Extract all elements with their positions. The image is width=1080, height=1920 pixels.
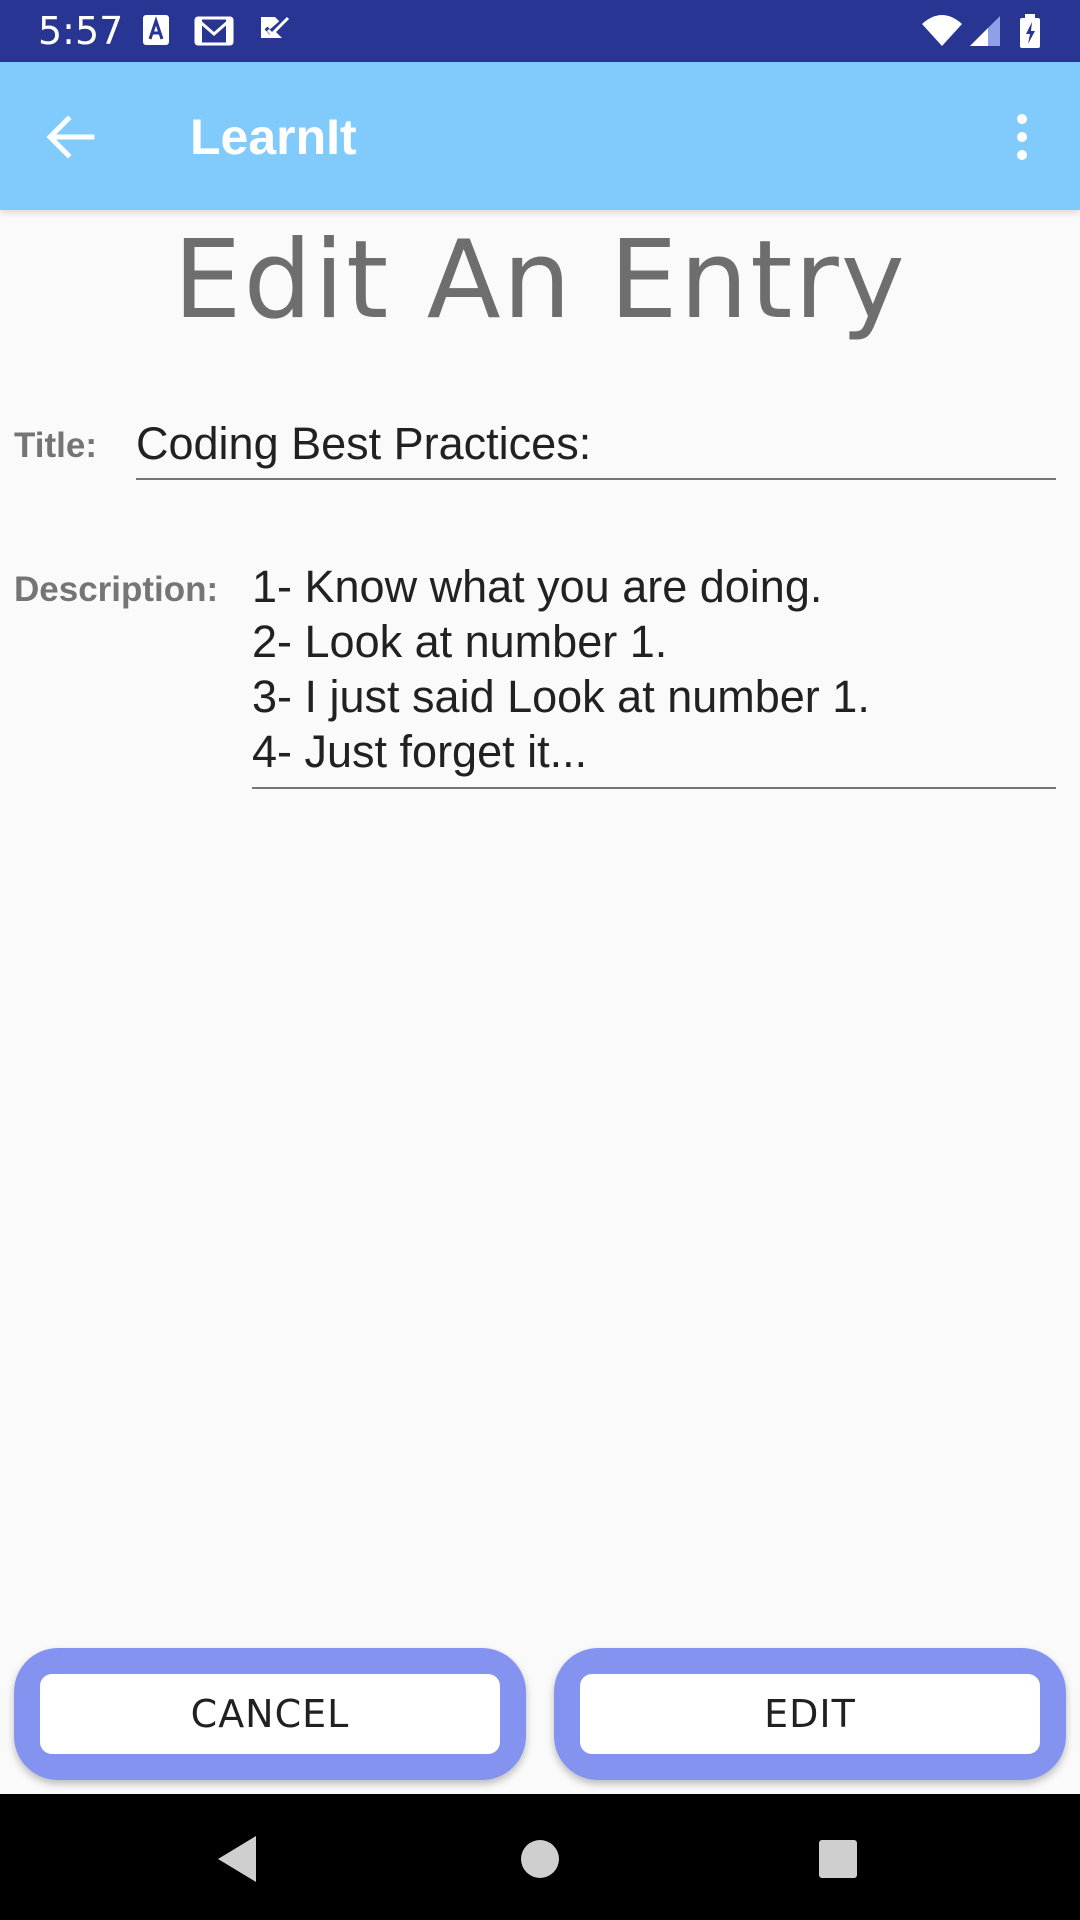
description-label: Description: <box>14 570 219 609</box>
font-a-icon <box>143 15 169 45</box>
cancel-button-label: CANCEL <box>40 1674 500 1754</box>
edit-button-label: EDIT <box>580 1674 1040 1754</box>
page-heading: Edit An Entry <box>173 218 907 343</box>
description-line: 1- Know what you are doing. <box>252 561 823 612</box>
nav-back-icon[interactable] <box>204 1824 274 1894</box>
status-time: 5:57 <box>38 9 124 53</box>
more-vert-icon[interactable] <box>1000 102 1044 172</box>
edit-button[interactable]: EDIT <box>554 1648 1066 1780</box>
description-input[interactable]: 1- Know what you are doing. 2- Look at n… <box>252 559 1056 789</box>
nav-recents-icon[interactable] <box>803 1824 873 1894</box>
cell-signal-icon <box>970 16 1000 46</box>
cancel-button[interactable]: CANCEL <box>14 1648 526 1780</box>
battery-icon <box>1020 14 1040 48</box>
title-input[interactable]: Coding Best Practices: <box>136 414 1056 480</box>
title-input-value: Coding Best Practices: <box>136 418 592 469</box>
app-bar: LearnIt <box>0 62 1080 210</box>
check-task-icon <box>261 16 290 38</box>
status-bar: 5:57 <box>0 0 1080 62</box>
nav-home-icon[interactable] <box>505 1824 575 1894</box>
gmail-icon <box>194 16 234 46</box>
arrow-back-icon[interactable] <box>36 102 106 172</box>
description-line: 2- Look at number 1. <box>252 616 668 667</box>
app-title: LearnIt <box>190 109 357 165</box>
title-label: Title: <box>14 426 97 465</box>
wifi-icon <box>922 15 962 46</box>
description-line: 3- I just said Look at number 1. <box>252 671 870 722</box>
navigation-bar <box>0 1794 1080 1920</box>
description-line: 4- Just forget it... <box>252 726 588 777</box>
